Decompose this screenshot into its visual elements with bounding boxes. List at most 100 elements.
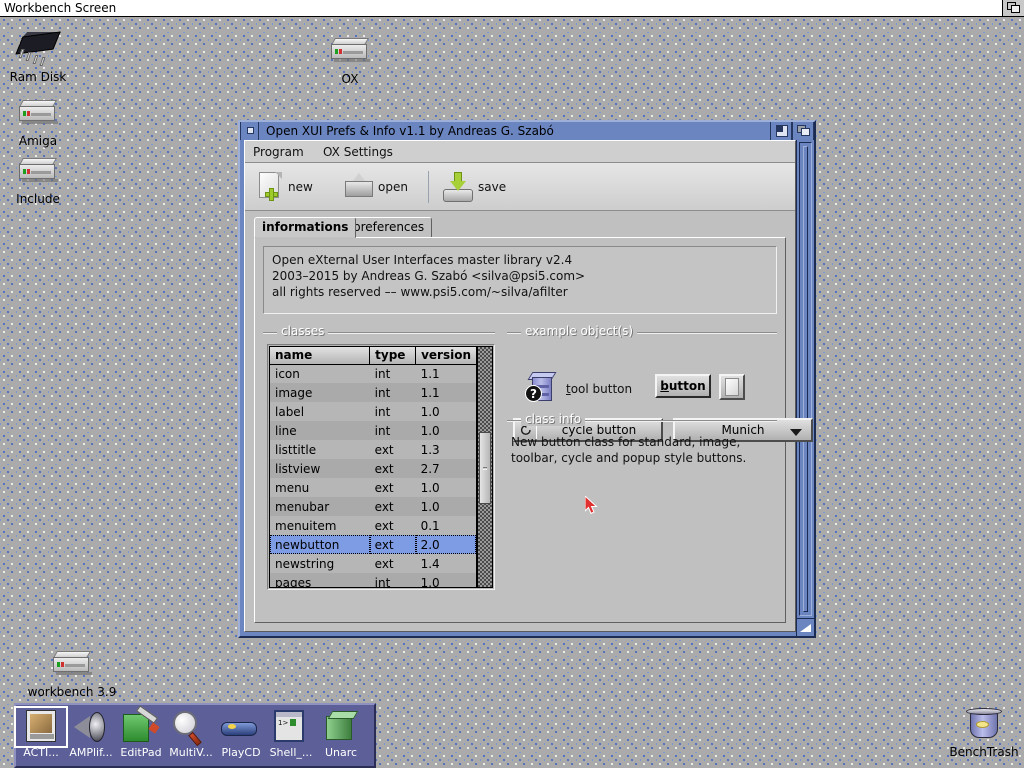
table-row[interactable]: icon int 1.1 [270, 364, 476, 383]
menu-item-ox-settings[interactable]: OX Settings [323, 141, 393, 163]
table-cell-name: listtitle [270, 440, 370, 459]
desktop-icon-label: BenchTrash [949, 745, 1019, 759]
table-row[interactable]: line int 1.0 [270, 421, 476, 440]
table-cell-type: ext [369, 440, 416, 459]
example-standard-button[interactable]: button [655, 374, 711, 398]
classes-listview[interactable]: name type version icon int 1.1 image int 1.1 l… [269, 346, 477, 588]
desktop-icon-ram-disk[interactable]: Ram Disk [0, 28, 76, 84]
tab-page-informations: Open eXternal User Interfaces master lib… [254, 237, 813, 623]
example-objects-group-title: example object(s) [521, 324, 638, 338]
desktop-icon-ox[interactable]: OX [312, 30, 388, 86]
classes-list-frame: name type version icon int 1.1 image int 1.1 l… [267, 344, 495, 590]
screen-depth-gadget[interactable] [1002, 0, 1024, 16]
dock-item-editpad[interactable]: EditPad [116, 705, 166, 759]
tab-preferences[interactable]: preferences [345, 217, 433, 238]
disk-drive-icon [0, 150, 76, 190]
window-close-gadget[interactable] [240, 122, 259, 140]
window-vertical-scrollbar[interactable] [796, 140, 814, 618]
table-row[interactable]: image int 1.1 [270, 383, 476, 402]
scrollbar-track[interactable] [799, 142, 812, 616]
table-row[interactable]: menuitem ext 0.1 [270, 516, 476, 535]
dock-item-acti[interactable]: ACTI... [14, 705, 68, 759]
table-row[interactable]: menubar ext 1.0 [270, 497, 476, 516]
about-line-3: all rights reserved –– www.psi5.com/~sil… [272, 285, 568, 299]
table-cell-name: menubar [270, 497, 370, 516]
column-header-version[interactable]: version [415, 347, 476, 365]
table-cell-version: 1.4 [415, 554, 476, 573]
table-cell-name: menuitem [270, 516, 370, 535]
table-cell-type: int [369, 364, 416, 383]
chevron-down-icon [790, 429, 802, 436]
class-info-line-1: New button class for standard, image, [511, 435, 741, 449]
cd-player-icon [216, 708, 266, 746]
desktop-icon-workbench[interactable]: workbench 3.9 [24, 643, 120, 699]
dock-item-shell[interactable]: 1> Shell_... [266, 705, 316, 759]
table-cell-version: 1.1 [415, 383, 476, 402]
table-row[interactable]: pages int 1.0 [270, 573, 476, 587]
trash-can-icon [946, 703, 1022, 743]
table-cell-name: pages [270, 573, 370, 587]
classes-scrollbar-thumb[interactable] [479, 432, 491, 504]
dock-item-label: ACTI... [23, 746, 59, 759]
column-header-type[interactable]: type [369, 347, 417, 365]
window-title: Open XUI Prefs & Info v1.1 by Andreas G.… [266, 124, 554, 138]
dock-item-amplifier[interactable]: AMPlif... [66, 705, 116, 759]
classes-group-title: classes [277, 324, 329, 338]
menu-strip: Program OX Settings [245, 141, 795, 163]
toolbar-open-label: open [378, 180, 408, 194]
dock-item-multiview[interactable]: MultiV... [166, 705, 216, 759]
table-cell-type: ext [369, 516, 416, 535]
table-cell-type: ext [369, 535, 416, 554]
toolbar-new-label: new [288, 180, 313, 194]
window-depth-gadget[interactable] [792, 122, 814, 140]
about-line-2: 2003–2015 by Andreas G. Szabó <silva@psi… [272, 269, 586, 283]
table-cell-version: 1.3 [415, 440, 476, 459]
depth-gadget-icon [1007, 2, 1020, 13]
desktop-icon-label: Ram Disk [9, 70, 67, 84]
column-header-name[interactable]: name [270, 347, 371, 365]
table-row[interactable]: label int 1.0 [270, 402, 476, 421]
table-row[interactable]: menu ext 1.0 [270, 478, 476, 497]
table-cell-name: newbutton [270, 535, 370, 554]
tab-informations[interactable]: informations [254, 217, 357, 238]
desktop-icon-amiga[interactable]: Amiga [0, 92, 76, 148]
classes-table-body: icon int 1.1 image int 1.1 label int 1.0 line int 1… [270, 364, 476, 587]
window-title-bar[interactable]: Open XUI Prefs & Info v1.1 by Andreas G.… [240, 122, 814, 140]
scrollbar-thumb[interactable] [803, 146, 808, 612]
table-cell-version: 1.0 [415, 573, 476, 587]
table-cell-version: 0.1 [415, 516, 476, 535]
menu-item-program[interactable]: Program [253, 141, 304, 163]
save-disk-icon [443, 172, 473, 202]
dock-item-label: Shell_... [269, 746, 313, 759]
about-line-1: Open eXternal User Interfaces master lib… [272, 253, 573, 267]
tool-button-demo[interactable]: ? tool button [525, 372, 632, 406]
table-cell-version: 1.0 [415, 402, 476, 421]
table-row[interactable]: newstring ext 1.4 [270, 554, 476, 573]
table-row[interactable]: newbutton ext 2.0 [270, 535, 476, 554]
notepad-pencil-icon [116, 705, 166, 746]
classes-list-scrollbar[interactable] [477, 346, 493, 588]
table-cell-version: 2.0 [415, 535, 476, 554]
desktop-icon-include[interactable]: Include [0, 150, 76, 206]
dock-item-label: Unarc [324, 746, 358, 759]
tool-cabinet-question-icon: ? [525, 372, 559, 406]
about-info-box: Open eXternal User Interfaces master lib… [263, 246, 777, 314]
dock-item-unarc[interactable]: Unarc [316, 705, 366, 759]
dock-item-label: AMPlif... [69, 746, 113, 759]
dock-item-playcd[interactable]: PlayCD [216, 705, 266, 759]
window-zoom-gadget[interactable] [770, 122, 792, 140]
table-row[interactable]: listview ext 2.7 [270, 459, 476, 478]
toolbar-new-button[interactable]: new [257, 167, 313, 207]
toolbar: new open save [245, 163, 795, 211]
toolbar-open-button[interactable]: open [345, 167, 408, 207]
table-row[interactable]: listtitle ext 1.3 [270, 440, 476, 459]
table-cell-type: int [369, 402, 416, 421]
toolbar-save-button[interactable]: save [443, 167, 506, 207]
toolbar-save-label: save [478, 180, 507, 194]
open-folder-icon [345, 172, 373, 202]
example-image-button[interactable] [719, 374, 745, 400]
window-resize-gadget[interactable] [796, 618, 814, 636]
desktop-icon-label: Amiga [18, 134, 58, 148]
desktop-icon-benchtrash[interactable]: BenchTrash [946, 703, 1022, 759]
screen-title: Workbench Screen [4, 1, 117, 15]
